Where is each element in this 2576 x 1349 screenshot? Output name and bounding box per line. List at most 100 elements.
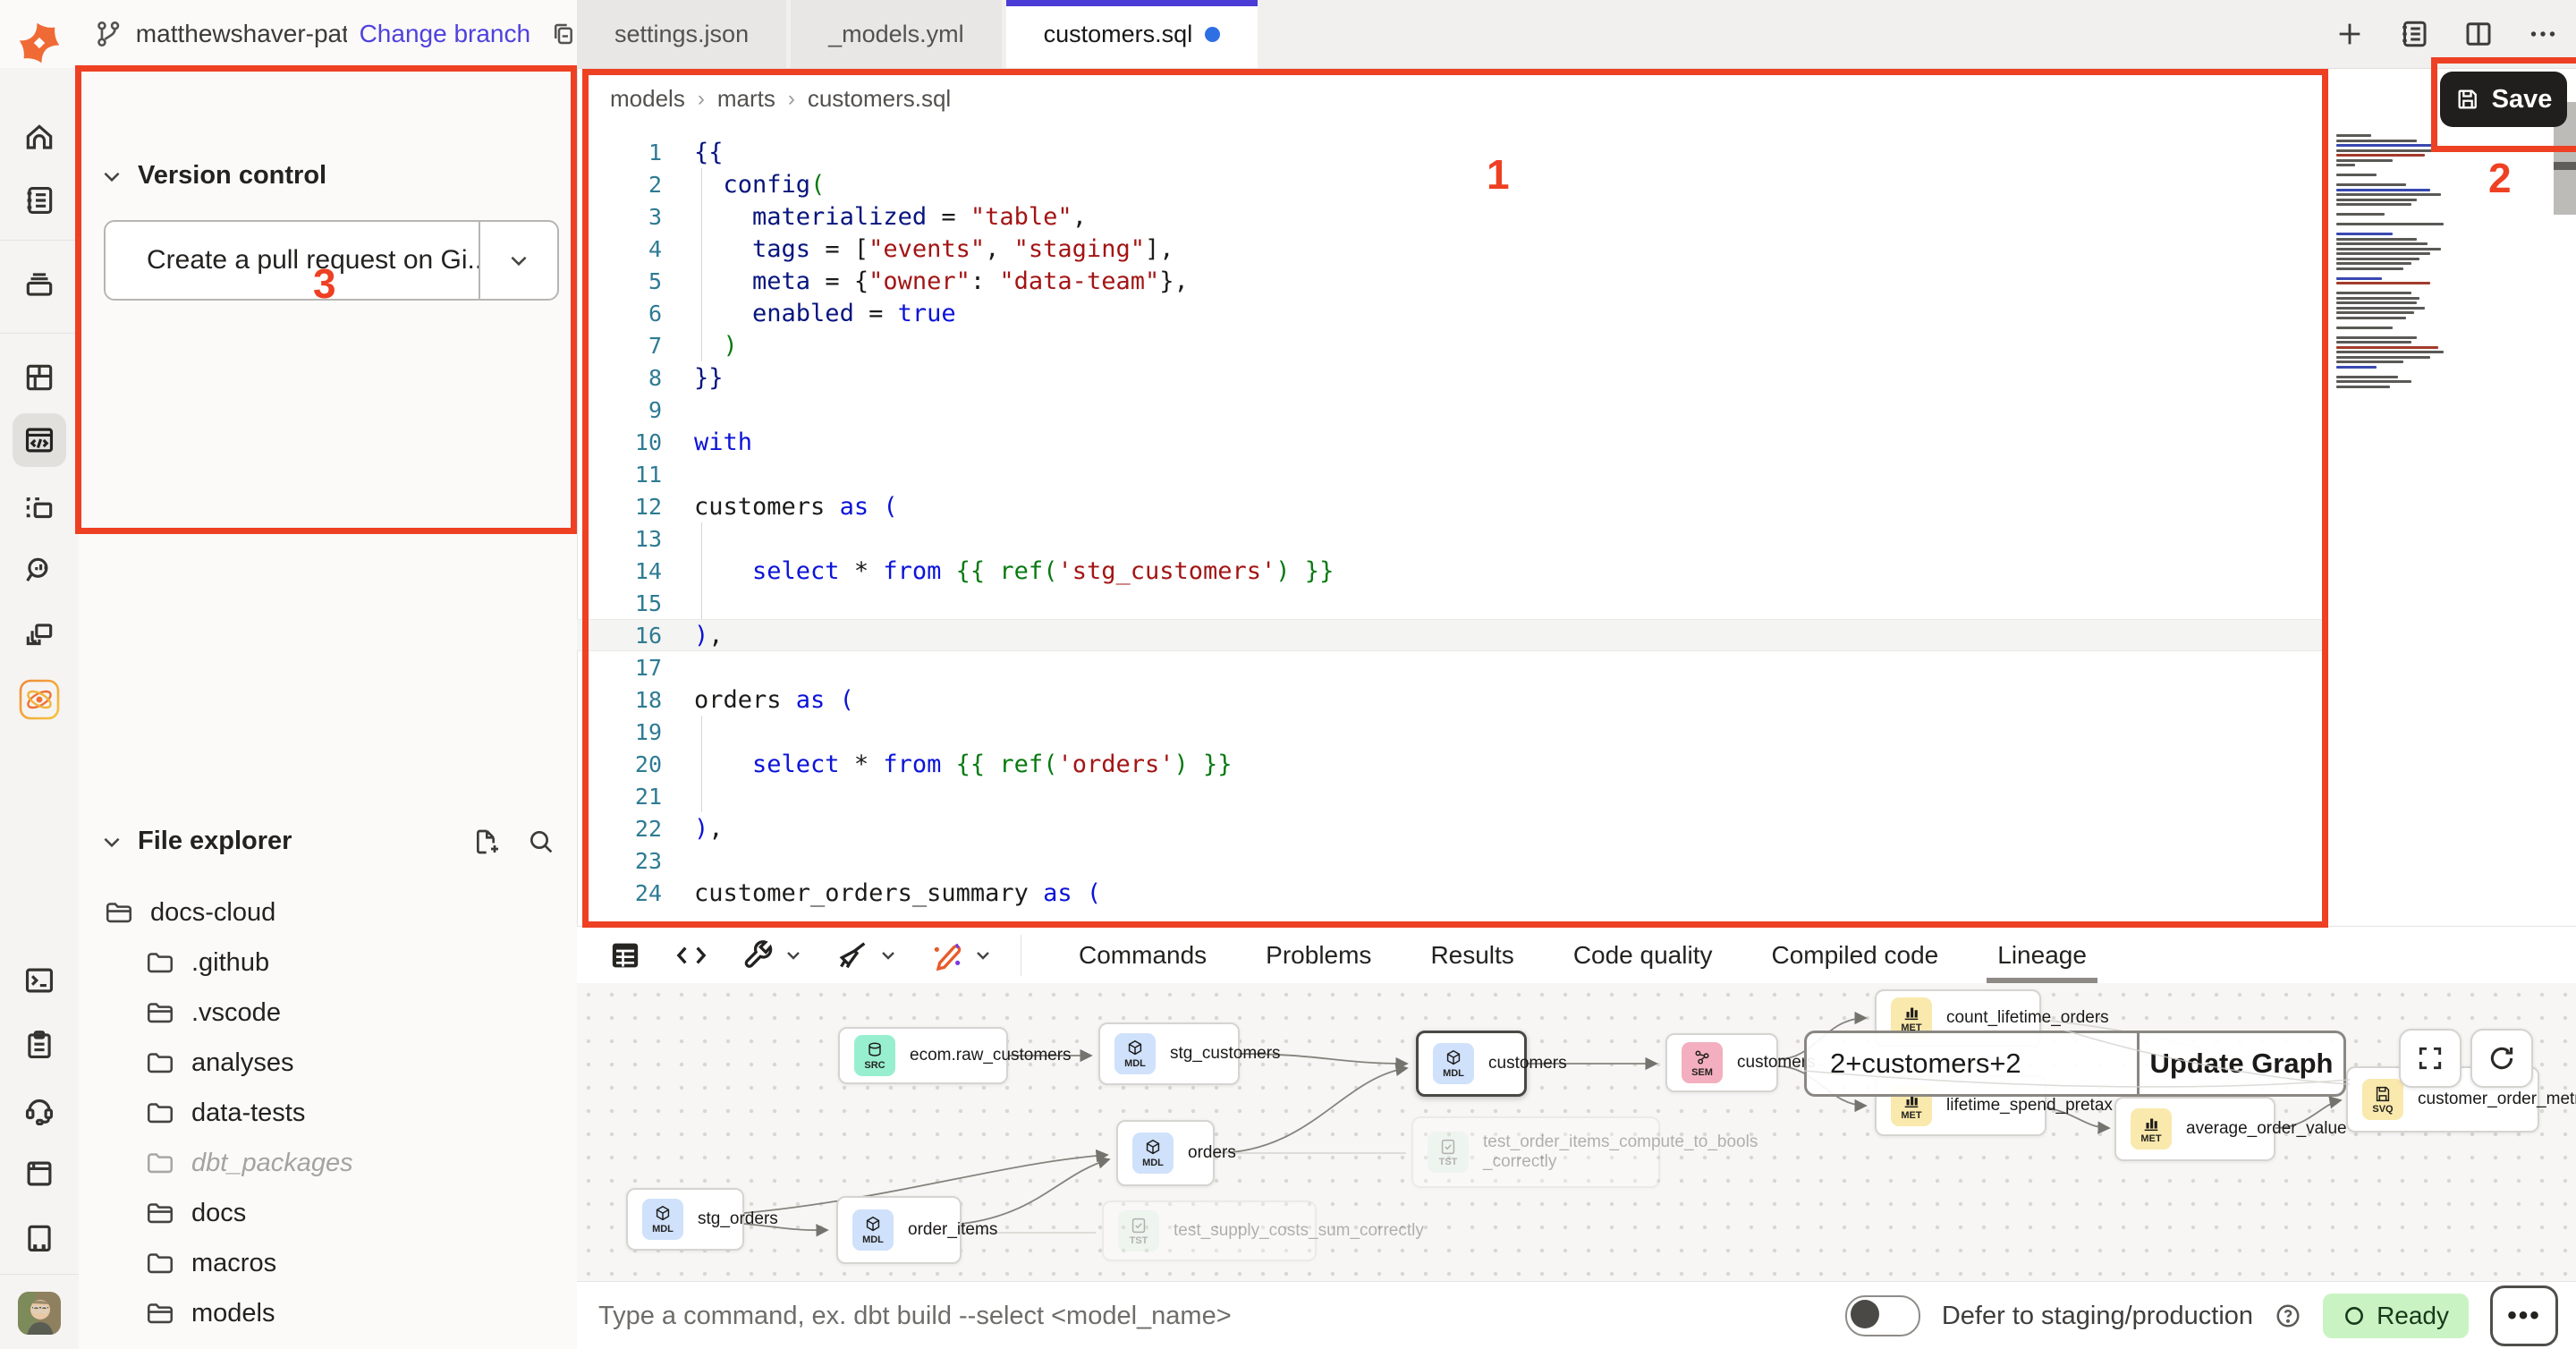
refresh-button[interactable] xyxy=(2470,1029,2533,1088)
build-icon[interactable] xyxy=(740,938,775,973)
lineage-node-stg_customers[interactable]: MDLstg_customers xyxy=(1098,1022,1240,1085)
tree-item-marts[interactable]: marts xyxy=(79,1338,575,1349)
ai-fix-caret-icon[interactable] xyxy=(972,945,994,966)
user-avatar[interactable] xyxy=(13,1286,66,1340)
code-line-4[interactable]: 4 tags = ["events", "staging"], xyxy=(577,233,2328,265)
lineage-node-order_items[interactable]: MDLorder_items xyxy=(836,1196,962,1264)
code-line-24[interactable]: 24customer_orders_summary as ( xyxy=(577,877,2328,909)
code-line-23[interactable]: 23 xyxy=(577,844,2328,877)
panel-tab-commands[interactable]: Commands xyxy=(1079,929,1207,982)
new-tab-icon[interactable] xyxy=(2333,17,2367,51)
sidebar-item-dashboard[interactable] xyxy=(13,351,66,404)
breadcrumb-marts[interactable]: marts xyxy=(717,85,775,113)
code-line-18[interactable]: 18orders as ( xyxy=(577,683,2328,716)
sidebar-item-environments[interactable] xyxy=(13,258,66,311)
format-caret-icon[interactable] xyxy=(877,945,899,966)
code-line-20[interactable]: 20 select * from {{ ref('orders') }} xyxy=(577,748,2328,780)
sidebar-item-clipboard[interactable] xyxy=(13,1018,66,1072)
panel-tab-results[interactable]: Results xyxy=(1430,929,1513,982)
code-line-7[interactable]: 7 ) xyxy=(577,329,2328,361)
ai-fix-icon[interactable] xyxy=(929,938,965,973)
tree-item-data-tests[interactable]: data-tests xyxy=(79,1088,575,1138)
tab-settings.json[interactable]: settings.json xyxy=(577,0,786,68)
sidebar-item-copilot[interactable] xyxy=(13,673,66,726)
more-options-icon[interactable] xyxy=(2526,17,2560,51)
breadcrumb-file[interactable]: customers.sql xyxy=(808,85,951,113)
code-line-6[interactable]: 6 enabled = true xyxy=(577,297,2328,329)
lineage-node-average_order_value[interactable]: METaverage_order_value xyxy=(2114,1097,2275,1161)
code-line-14[interactable]: 14 select * from {{ ref('stg_customers')… xyxy=(577,555,2328,587)
lineage-node-customers[interactable]: MDLcustomers xyxy=(1416,1031,1527,1097)
format-icon[interactable] xyxy=(835,938,870,973)
tab-_models.yml[interactable]: _models.yml xyxy=(791,0,1002,68)
sidebar-item-apps[interactable] xyxy=(13,608,66,662)
code-line-21[interactable]: 21 xyxy=(577,780,2328,812)
search-icon[interactable] xyxy=(527,827,555,856)
sidebar-item-support[interactable] xyxy=(13,1082,66,1136)
lineage-node-test_supply_costs_sum_correctly[interactable]: TSTtest_supply_costs_sum_correctly xyxy=(1102,1201,1317,1261)
code-line-5[interactable]: 5 meta = {"owner": "data-team"}, xyxy=(577,265,2328,297)
file-explorer-header[interactable]: File explorer xyxy=(100,827,555,856)
tree-item-dbt_packages[interactable]: dbt_packages xyxy=(79,1138,575,1188)
change-branch-link[interactable]: Change branch xyxy=(360,20,530,48)
save-button[interactable]: Save xyxy=(2440,72,2567,127)
tree-item-macros[interactable]: macros xyxy=(79,1238,575,1288)
code-line-12[interactable]: 12customers as ( xyxy=(577,490,2328,522)
sidebar-item-home[interactable] xyxy=(13,111,66,165)
defer-toggle[interactable] xyxy=(1845,1295,1920,1336)
command-input[interactable]: Type a command, ex. dbt build --select <… xyxy=(598,1302,1232,1331)
version-control-header[interactable]: Version control xyxy=(100,161,326,191)
tree-item-models[interactable]: models xyxy=(79,1288,575,1338)
code-line-13[interactable]: 13 xyxy=(577,522,2328,555)
tree-item-docs-cloud[interactable]: docs-cloud xyxy=(79,887,575,938)
code-line-15[interactable]: 15 xyxy=(577,587,2328,619)
compile-icon[interactable] xyxy=(674,938,709,973)
code-line-10[interactable]: 10with xyxy=(577,426,2328,458)
build-caret-icon[interactable] xyxy=(783,945,804,966)
copy-icon[interactable] xyxy=(550,20,577,48)
changelog-icon[interactable] xyxy=(2397,17,2431,51)
tree-item-analyses[interactable]: analyses xyxy=(79,1038,575,1088)
sidebar-item-terminal[interactable] xyxy=(13,954,66,1007)
panel-tab-code-quality[interactable]: Code quality xyxy=(1573,929,1713,982)
code-line-22[interactable]: 22), xyxy=(577,812,2328,844)
tab-customers.sql[interactable]: customers.sql xyxy=(1006,0,1258,68)
code-line-1[interactable]: 1{{ xyxy=(577,136,2328,168)
help-icon[interactable] xyxy=(2275,1302,2301,1329)
code-line-17[interactable]: 17 xyxy=(577,651,2328,683)
lineage-node-customers[interactable]: SEMcustomers xyxy=(1665,1033,1778,1092)
pr-button-caret[interactable] xyxy=(480,222,557,299)
code-line-9[interactable]: 9 xyxy=(577,394,2328,426)
status-badge[interactable]: Ready xyxy=(2323,1294,2469,1338)
breadcrumb-models[interactable]: models xyxy=(610,85,685,113)
code-line-2[interactable]: 2 config( xyxy=(577,168,2328,200)
preview-icon[interactable] xyxy=(607,938,643,973)
new-file-icon[interactable] xyxy=(471,827,500,856)
dbt-logo[interactable] xyxy=(0,0,79,68)
panel-tab-problems[interactable]: Problems xyxy=(1266,929,1371,982)
tree-item-.github[interactable]: .github xyxy=(79,938,575,988)
lineage-panel[interactable]: SRCecom.raw_customers MDLstg_customers MDL… xyxy=(577,983,2576,1281)
sidebar-item-query-analysis[interactable] xyxy=(13,544,66,598)
code-line-11[interactable]: 11 xyxy=(577,458,2328,490)
sidebar-item-organization[interactable] xyxy=(13,1211,66,1265)
lineage-node-ecom.raw_customers[interactable]: SRCecom.raw_customers xyxy=(838,1027,1008,1084)
sidebar-item-code-editor[interactable] xyxy=(13,413,66,467)
panel-tab-lineage[interactable]: Lineage xyxy=(1997,929,2087,982)
tree-item-docs[interactable]: docs xyxy=(79,1188,575,1238)
code-line-19[interactable]: 19 xyxy=(577,716,2328,748)
fullscreen-button[interactable] xyxy=(2399,1029,2462,1088)
lineage-node-orders[interactable]: MDLorders xyxy=(1116,1120,1215,1186)
code-line-3[interactable]: 3 materialized = "table", xyxy=(577,200,2328,233)
minimap[interactable] xyxy=(2336,134,2454,403)
sidebar-item-docs[interactable] xyxy=(13,1147,66,1201)
lineage-node-test_order_items_compute_to_bools[interactable]: TSTtest_order_items_compute_to_bools _co… xyxy=(1411,1116,1660,1188)
tree-item-.vscode[interactable]: .vscode xyxy=(79,988,575,1038)
scrollbar-thumb[interactable] xyxy=(2554,162,2576,170)
sidebar-item-notebook[interactable] xyxy=(13,174,66,227)
split-editor-icon[interactable] xyxy=(2462,17,2496,51)
sidebar-item-canvas[interactable] xyxy=(13,481,66,535)
update-graph-button[interactable]: Update Graph xyxy=(2140,1033,2343,1094)
status-more-button[interactable]: ••• xyxy=(2490,1285,2558,1346)
panel-tab-compiled-code[interactable]: Compiled code xyxy=(1771,929,1938,982)
